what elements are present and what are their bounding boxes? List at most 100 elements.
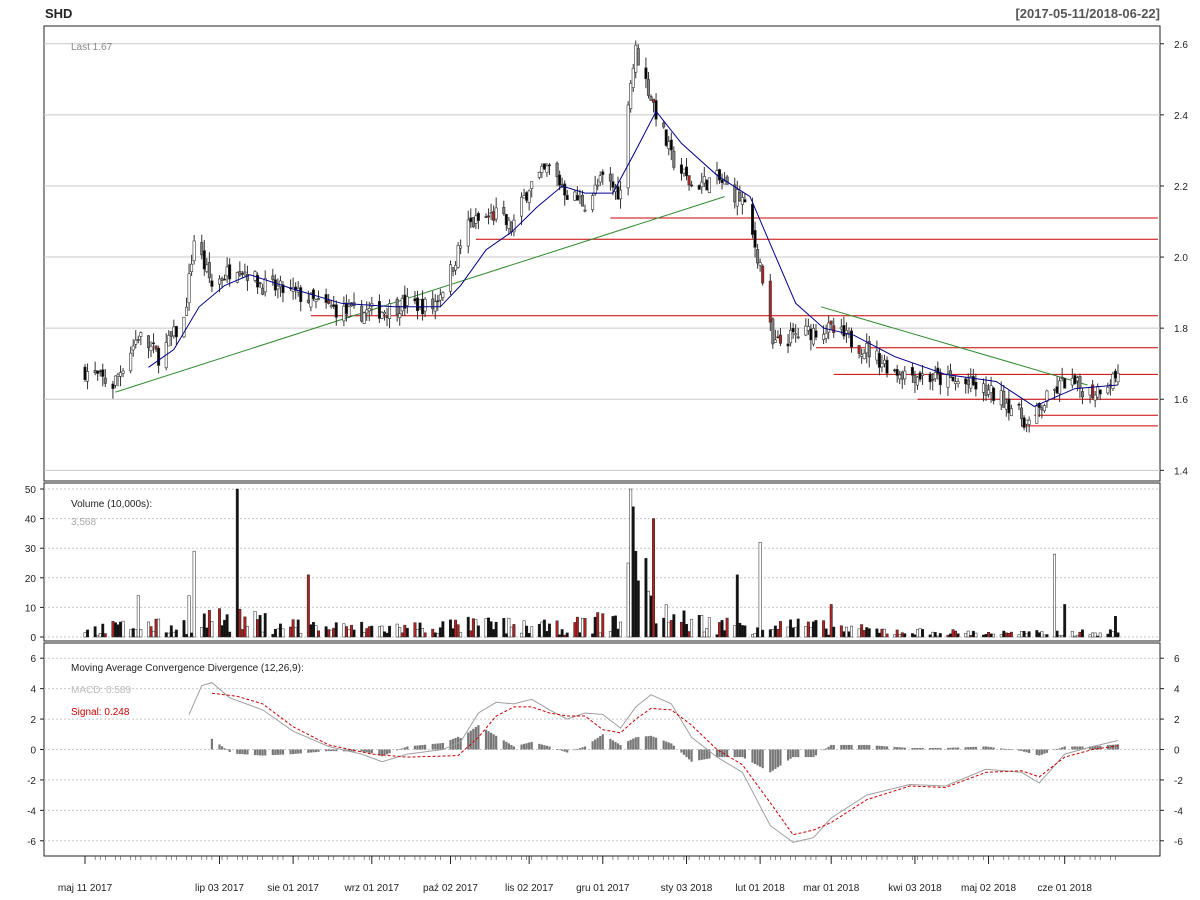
candle [761,264,765,286]
histogram-bar [507,743,510,750]
candle [654,93,658,127]
candle-body [877,352,881,368]
y-tick-label: 50 [25,485,37,496]
volume-bar [593,616,597,638]
candle-body [540,165,544,173]
candle-body [398,313,402,318]
candle [753,221,757,258]
candle [794,324,798,343]
histogram-bar [792,749,795,758]
candle [1027,416,1031,433]
candle-body [187,273,191,304]
macd-line [188,682,1119,843]
candle [540,163,544,179]
histogram-bar [858,744,861,750]
candle-body [654,100,658,120]
candle [811,323,815,347]
histogram-bar [665,741,668,750]
volume-bar [796,618,800,638]
histogram-bar [441,742,444,750]
volume-bar [903,633,907,638]
volume-bar [629,488,633,638]
candle-body [751,203,755,235]
histogram-bar [753,749,757,765]
histogram-bar [845,744,848,750]
volume-bar [311,622,315,638]
histogram-bar [297,749,300,754]
candle [705,179,709,191]
histogram-bar [654,737,658,750]
candle [520,192,524,226]
candle-body [981,383,985,393]
candle [1045,389,1049,408]
candle [596,178,600,191]
volume-bar [857,628,861,638]
volume-bar [240,629,244,638]
histogram-bar [685,749,688,758]
x-tick-label: lis 02 2017 [505,883,554,894]
candle [111,380,115,399]
volume-bar [1004,632,1008,638]
volume-bar [149,626,153,638]
candle [306,290,310,304]
histogram-bar [632,738,635,750]
volume-bar [405,627,409,638]
candle-body [626,104,630,189]
candle-body [474,215,478,224]
histogram-bar [396,749,399,751]
volume-bar [999,634,1003,638]
candle [1020,399,1024,427]
candle [652,98,656,113]
volume-bar [560,629,564,638]
candle-body [895,369,899,376]
candle-body [842,325,846,337]
candle [119,365,123,387]
candle-body [192,240,196,262]
y-tick-label: 6 [30,654,36,665]
x-tick-label: maj 02 2018 [961,883,1016,894]
volume-bar [433,632,437,638]
candle-body [827,322,831,333]
histogram-bar [911,747,914,750]
candle-body [687,175,691,186]
candle [205,257,209,274]
candle [679,157,683,181]
histogram-bar [982,746,985,750]
histogram-bar [276,749,279,755]
candle-body [456,245,460,268]
volume-bar [949,633,952,638]
candle [256,272,260,294]
candle-body [611,181,615,188]
x-tick-label: sty 03 2018 [661,883,713,894]
volume-bar [720,620,724,638]
candle [235,271,239,284]
candle [1002,384,1006,408]
histogram-bar [847,744,851,750]
candle-body [238,271,242,276]
histogram-bar [875,745,878,750]
candle [969,368,973,393]
candle-body [690,184,694,187]
volume-bar [436,633,440,638]
candle-body [931,378,935,381]
candle [223,274,227,281]
volume-bar [865,627,869,638]
candle-body [334,304,338,318]
volume-bar [152,630,155,638]
volume-bar [522,620,526,638]
volume-bar [1091,632,1095,638]
candle [601,169,605,185]
volume-bar [169,625,173,638]
volume-bar [611,616,615,638]
histogram-bar [332,749,335,752]
histogram-bar [259,749,262,756]
candle-body [487,215,491,218]
volume-bar [210,621,214,638]
volume-bar [471,618,475,638]
volume-bar [276,628,280,638]
trend-line [115,196,725,393]
histogram-bar [1010,749,1013,751]
volume-bar [758,542,762,638]
candle-body [1058,380,1062,395]
candle [370,296,374,315]
